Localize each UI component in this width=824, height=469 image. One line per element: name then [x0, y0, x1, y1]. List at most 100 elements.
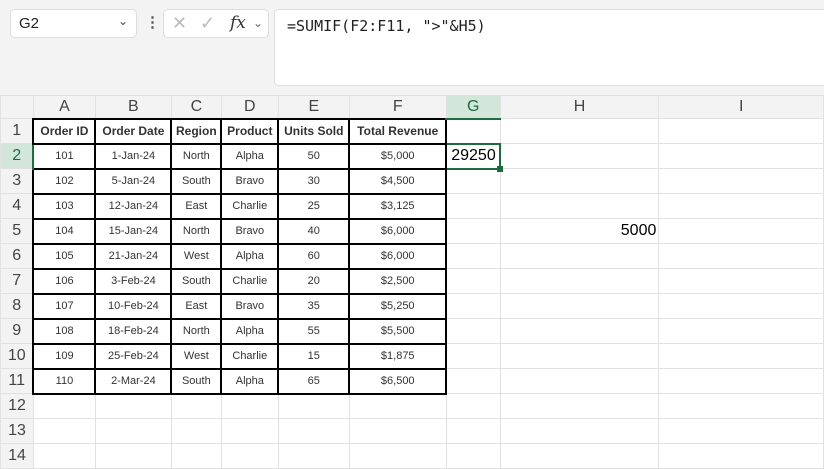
data-cell[interactable]: $5,500	[348, 317, 448, 345]
data-cell[interactable]: 15-Jan-24	[94, 217, 173, 245]
data-cell[interactable]: 1-Jan-24	[94, 142, 173, 170]
empty-cell[interactable]	[658, 218, 824, 244]
data-cell[interactable]: 30	[277, 167, 351, 195]
empty-cell[interactable]	[445, 418, 501, 444]
data-cell[interactable]: 50	[277, 142, 351, 170]
confirm-icon[interactable]: ✓	[200, 13, 215, 34]
name-box[interactable]: G2 ⌄	[10, 9, 137, 38]
empty-cell[interactable]	[658, 143, 824, 169]
empty-cell[interactable]	[658, 268, 824, 294]
more-options-icon[interactable]: ⋮	[145, 13, 160, 31]
data-cell[interactable]: 3-Feb-24	[94, 267, 173, 295]
data-cell[interactable]: 40	[277, 217, 351, 245]
empty-cell[interactable]	[277, 393, 350, 419]
empty-cell[interactable]	[445, 243, 501, 269]
data-cell[interactable]: $3,125	[348, 192, 448, 220]
empty-cell[interactable]	[220, 393, 279, 419]
data-cell[interactable]: 60	[277, 242, 351, 270]
data-cell[interactable]: Alpha	[220, 317, 280, 345]
row-header-7[interactable]: 7	[0, 268, 34, 294]
empty-cell[interactable]	[277, 418, 350, 444]
empty-cell[interactable]	[348, 443, 447, 469]
column-header-f[interactable]: F	[348, 95, 447, 119]
data-cell[interactable]: $6,500	[348, 367, 448, 395]
cell-h5[interactable]: 5000	[499, 218, 660, 244]
empty-cell[interactable]	[94, 443, 172, 469]
empty-cell[interactable]	[499, 118, 660, 144]
empty-cell[interactable]	[445, 393, 501, 419]
row-header-8[interactable]: 8	[0, 293, 34, 319]
empty-cell[interactable]	[445, 318, 501, 344]
column-header-e[interactable]: E	[277, 95, 350, 119]
data-cell[interactable]: North	[170, 142, 223, 170]
data-cell[interactable]: South	[170, 367, 223, 395]
data-cell[interactable]: 5-Jan-24	[94, 167, 173, 195]
column-header-a[interactable]: A	[32, 95, 96, 119]
header-cell[interactable]: Order Date	[94, 117, 173, 145]
data-cell[interactable]: East	[170, 192, 223, 220]
data-cell[interactable]: 2-Mar-24	[94, 367, 173, 395]
empty-cell[interactable]	[170, 443, 222, 469]
empty-cell[interactable]	[658, 118, 824, 144]
empty-cell[interactable]	[445, 268, 501, 294]
column-header-c[interactable]: C	[170, 95, 222, 119]
data-cell[interactable]: 101	[32, 142, 97, 170]
data-cell[interactable]: Charlie	[220, 342, 280, 370]
data-cell[interactable]: $5,000	[348, 142, 448, 170]
data-cell[interactable]: 110	[32, 367, 97, 395]
row-header-9[interactable]: 9	[0, 318, 34, 344]
data-cell[interactable]: $5,250	[348, 292, 448, 320]
selected-cell-g2[interactable]: 29250	[445, 142, 505, 173]
row-header-5[interactable]: 5	[0, 218, 34, 244]
chevron-down-icon[interactable]: ⌄	[118, 14, 128, 28]
data-cell[interactable]: South	[170, 167, 223, 195]
data-cell[interactable]: 15	[277, 342, 351, 370]
column-header-i[interactable]: I	[658, 95, 824, 119]
empty-cell[interactable]	[94, 418, 172, 444]
data-cell[interactable]: 65	[277, 367, 351, 395]
empty-cell[interactable]	[277, 443, 350, 469]
header-cell[interactable]: Total Revenue	[348, 117, 448, 145]
row-header-6[interactable]: 6	[0, 243, 34, 269]
data-cell[interactable]: Alpha	[220, 367, 280, 395]
header-cell[interactable]: Product	[220, 117, 280, 145]
empty-cell[interactable]	[445, 118, 501, 144]
empty-cell[interactable]	[499, 168, 660, 194]
data-cell[interactable]: 55	[277, 317, 351, 345]
row-header-11[interactable]: 11	[0, 368, 34, 394]
empty-cell[interactable]	[658, 293, 824, 319]
empty-cell[interactable]	[658, 393, 824, 419]
row-header-12[interactable]: 12	[0, 393, 34, 419]
insert-function-icon[interactable]: fx	[230, 13, 246, 33]
chevron-down-icon[interactable]: ⌄	[253, 16, 263, 30]
data-cell[interactable]: Charlie	[220, 192, 280, 220]
data-cell[interactable]: 109	[32, 342, 97, 370]
column-header-b[interactable]: B	[94, 95, 172, 119]
data-cell[interactable]: 20	[277, 267, 351, 295]
column-header-g[interactable]: G	[445, 95, 501, 120]
empty-cell[interactable]	[445, 368, 501, 394]
empty-cell[interactable]	[658, 443, 824, 469]
data-cell[interactable]: $4,500	[348, 167, 448, 195]
data-cell[interactable]: $6,000	[348, 242, 448, 270]
select-all-corner[interactable]	[0, 95, 34, 119]
data-cell[interactable]: Bravo	[220, 167, 280, 195]
empty-cell[interactable]	[94, 393, 172, 419]
data-cell[interactable]: $2,500	[348, 267, 448, 295]
row-header-14[interactable]: 14	[0, 443, 34, 469]
empty-cell[interactable]	[170, 393, 222, 419]
data-cell[interactable]: 35	[277, 292, 351, 320]
row-header-13[interactable]: 13	[0, 418, 34, 444]
empty-cell[interactable]	[445, 218, 501, 244]
empty-cell[interactable]	[499, 443, 660, 469]
empty-cell[interactable]	[499, 368, 660, 394]
empty-cell[interactable]	[220, 418, 279, 444]
data-cell[interactable]: South	[170, 267, 223, 295]
data-cell[interactable]: 18-Feb-24	[94, 317, 173, 345]
header-cell[interactable]: Region	[170, 117, 223, 145]
data-cell[interactable]: 108	[32, 317, 97, 345]
row-header-3[interactable]: 3	[0, 168, 34, 194]
empty-cell[interactable]	[658, 168, 824, 194]
empty-cell[interactable]	[499, 393, 660, 419]
empty-cell[interactable]	[499, 318, 660, 344]
